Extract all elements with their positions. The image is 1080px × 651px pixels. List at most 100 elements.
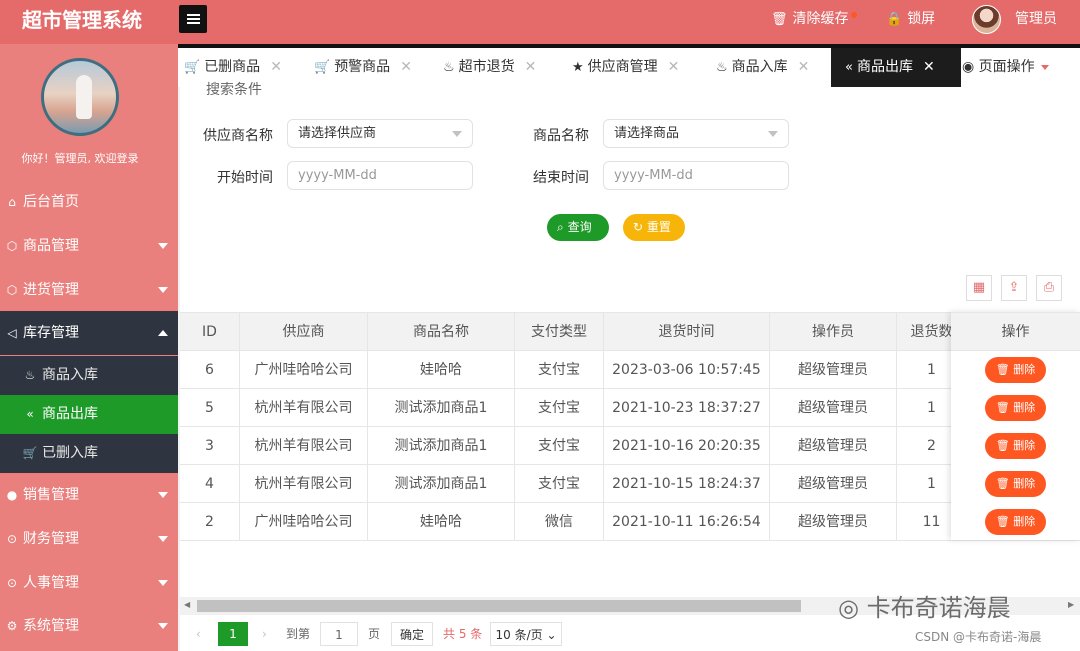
delete-label: 删除 (1013, 363, 1036, 376)
chevron-down-icon (768, 131, 778, 137)
chevron-down-icon (452, 131, 462, 137)
delete-button[interactable]: 🗑 删除 (985, 471, 1046, 497)
menu-toggle-button[interactable] (179, 5, 207, 33)
nav-item-inventory[interactable]: ◁ 库存管理 (0, 311, 178, 355)
tab-stock-out[interactable]: «商品出库 ✕ (831, 48, 961, 87)
nav-label: 财务管理 (23, 531, 79, 547)
start-time-input[interactable]: yyyy-MM-dd (287, 161, 473, 190)
gear-icon: ⚙ (6, 619, 18, 633)
sub-item-stock-in[interactable]: ♨ 商品入库 (0, 356, 178, 395)
reset-button[interactable]: ↻ 重置 (623, 214, 685, 241)
total-count: 共 5 条 (443, 627, 483, 641)
table-cell: 测试添加商品1 (368, 427, 515, 465)
double-chevron-left-icon: « (845, 60, 853, 75)
app-title: 超市管理系统 (22, 8, 142, 32)
table-cell: 支付宝 (515, 351, 604, 389)
nav-item-purchase[interactable]: ⬡ 进货管理 (0, 268, 178, 312)
table-cell: 超级管理员 (770, 351, 897, 389)
watermark: ◎ 卡布奇诺海晨 (838, 588, 1011, 623)
nav-item-finance[interactable]: ⊙ 财务管理 (0, 517, 178, 561)
export-icon[interactable]: ⇪ (1001, 275, 1027, 301)
delete-button[interactable]: 🗑 删除 (985, 509, 1046, 535)
table-cell: 测试添加商品1 (368, 465, 515, 503)
target-icon: ⊙ (6, 532, 18, 546)
nav-item-sales[interactable]: ● 销售管理 (0, 473, 178, 517)
delete-label: 删除 (1013, 401, 1036, 414)
clear-cache-button[interactable]: 🗑 清除缓存 (771, 0, 857, 38)
clear-cache-label: 清除缓存 (792, 11, 849, 27)
delete-button[interactable]: 🗑 删除 (985, 395, 1046, 421)
lock-screen-button[interactable]: 🔒 锁屏 (886, 0, 935, 38)
nav-item-products[interactable]: ⬡ 商品管理 (0, 224, 178, 268)
chevron-down-icon: ⌄ (546, 628, 557, 642)
prev-page-icon[interactable]: ‹ (196, 622, 201, 646)
scroll-right-icon[interactable]: ▶ (1068, 600, 1074, 609)
greeting-text: 你好！管理员, 欢迎登录 (21, 152, 139, 165)
page-operations-menu[interactable]: ◉ 页面操作 (962, 48, 1049, 87)
table-cell: 2021-10-23 18:37:27 (604, 389, 770, 427)
product-select[interactable]: 请选择商品 (603, 119, 789, 148)
col-return-time: 退货时间 (604, 313, 770, 351)
trash-icon: 🗑 (995, 363, 1014, 376)
table-cell: 4 (180, 465, 240, 503)
page-current[interactable]: 1 (218, 622, 248, 646)
sub-item-stock-out[interactable]: « 商品出库 (0, 395, 178, 434)
user-name: 管理员 (1015, 11, 1057, 27)
top-header: 超市管理系统 🗑 清除缓存 🔒 锁屏 管理员 (0, 0, 1080, 44)
nav-item-system[interactable]: ⚙ 系统管理 (0, 604, 178, 648)
chevron-down-icon (1040, 64, 1049, 70)
wechat-icon: ◎ (838, 594, 859, 622)
tab-returns[interactable]: ♨ 超市退货 ✕ (443, 48, 536, 87)
scroll-left-icon[interactable]: ◀ (184, 600, 190, 609)
close-icon[interactable]: ✕ (525, 48, 537, 87)
table-cell: 娃哈哈 (368, 503, 515, 541)
reset-label: 重置 (646, 220, 671, 234)
column-filter-icon[interactable]: ▦ (966, 275, 992, 301)
tab-suppliers[interactable]: ★ 供应商管理 ✕ (572, 48, 679, 87)
page-size-select[interactable]: 10 条/页 ⌄ (490, 622, 562, 646)
delete-button[interactable]: 🗑 删除 (985, 357, 1046, 383)
sub-label: 已删入库 (42, 445, 98, 461)
trash-icon: 🗑 (771, 12, 788, 27)
goto-page-input[interactable]: 1 (320, 622, 358, 646)
close-icon[interactable]: ✕ (400, 48, 412, 87)
col-operations: 操作 (951, 312, 1080, 351)
volume-icon: ◁ (7, 326, 17, 340)
sub-label: 商品出库 (42, 406, 98, 422)
sub-item-deleted-stock[interactable]: 🛒 已删入库 (0, 434, 178, 473)
table-cell: 2 (180, 503, 240, 541)
print-icon[interactable]: ⎙ (1036, 275, 1062, 301)
nav-item-home[interactable]: ⌂ 后台首页 (0, 180, 178, 224)
notification-dot (850, 12, 857, 18)
chevron-down-icon (158, 580, 168, 586)
sidebar: 你好！管理员, 欢迎登录 ⌂ 后台首页 ⬡ 商品管理 ⬡ 进货管理 ◁ 库存管理 ♨ 商品… (0, 44, 178, 651)
delete-button[interactable]: 🗑 删除 (985, 433, 1046, 459)
next-page-icon[interactable]: › (262, 622, 267, 646)
tab-warning-products[interactable]: 🛒 预警商品 ✕ (314, 48, 412, 87)
col-id: ID (180, 313, 240, 351)
scroll-thumb[interactable] (197, 600, 801, 612)
close-icon[interactable]: ✕ (270, 48, 282, 87)
supplier-select[interactable]: 请选择供应商 (287, 119, 473, 148)
table-header: ID 供应商 商品名称 支付类型 退货时间 操作员 退货数 (180, 312, 1080, 351)
csdn-credit: CSDN @卡布奇诺-海晨 (915, 630, 1042, 644)
close-icon[interactable]: ✕ (923, 48, 935, 87)
lock-icon: 🔒 (886, 12, 903, 27)
user-avatar[interactable] (972, 5, 1001, 34)
tab-label: 已删商品 (204, 59, 261, 75)
tab-stock-in[interactable]: ♨ 商品入库 ✕ (716, 48, 809, 87)
close-icon[interactable]: ✕ (668, 48, 680, 87)
close-icon[interactable]: ✕ (798, 48, 810, 87)
goto-confirm-button[interactable]: 确定 (391, 622, 433, 646)
query-button[interactable]: ⌕ 查询 (547, 214, 609, 241)
table-cell: 杭州羊有限公司 (240, 427, 368, 465)
table-row: 5 杭州羊有限公司 测试添加商品1 支付宝 2021-10-23 18:37:27 超级管… (180, 389, 1080, 427)
watermark-text: 卡布奇诺海晨 (866, 594, 1011, 622)
table-cell: 支付宝 (515, 427, 604, 465)
supplier-select-value: 请选择供应商 (298, 126, 377, 141)
user-menu[interactable]: 管理员 (1015, 0, 1057, 38)
nav-item-hr[interactable]: ⊙ 人事管理 (0, 561, 178, 605)
refresh-icon: ↻ (633, 220, 644, 234)
end-time-input[interactable]: yyyy-MM-dd (603, 161, 789, 190)
table-cell: 2021-10-11 16:26:54 (604, 503, 770, 541)
